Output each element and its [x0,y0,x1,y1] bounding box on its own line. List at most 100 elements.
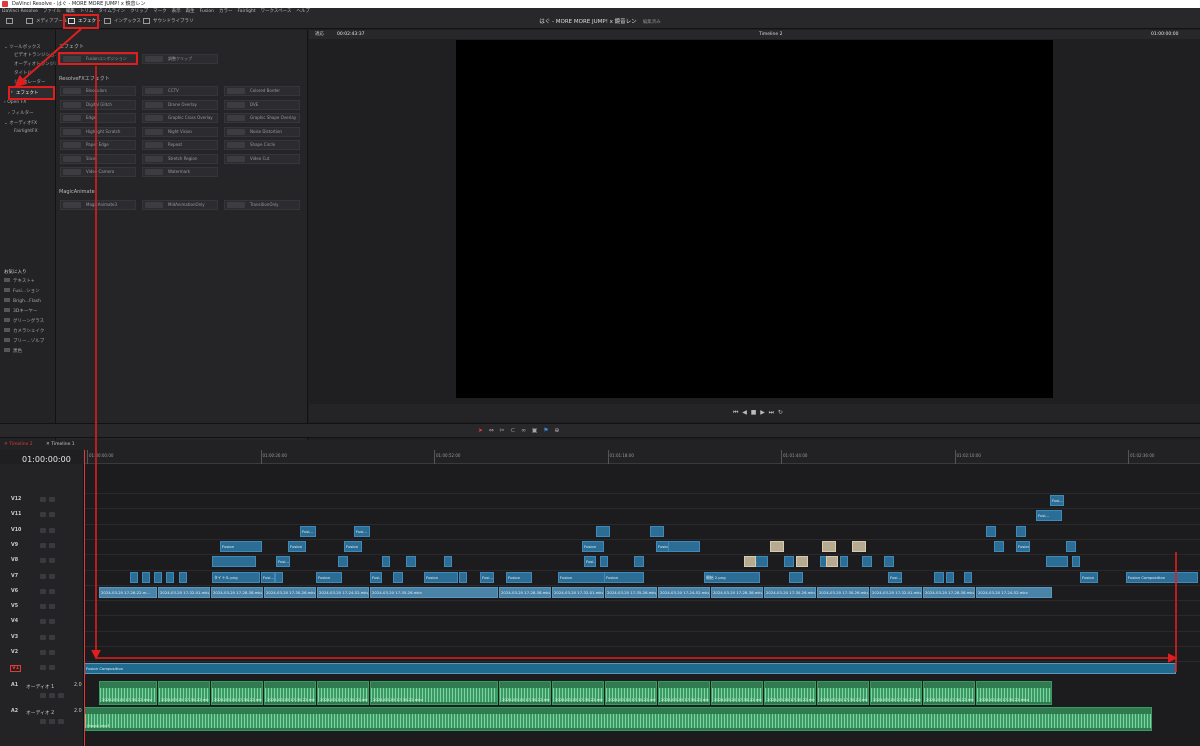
lock-icon[interactable] [40,604,46,610]
video-clip[interactable] [1016,525,1026,537]
video-clip[interactable]: Fusi... [888,571,902,583]
lock-icon[interactable] [40,719,46,724]
viewer-timeline-name[interactable]: Timeline 2 [759,30,782,39]
v1-fusion-clip[interactable]: Fusion Composition [84,663,1176,675]
menu-item[interactable]: Fairlight [238,9,256,14]
title-clip[interactable] [770,540,784,552]
menu-item[interactable]: ファイル [43,9,61,14]
magic-tile[interactable]: MidAnimationOnly [142,200,218,210]
tree-audiofx[interactable]: ⌄ オーディオFX [4,120,37,126]
video-clip[interactable] [840,556,848,568]
video-clip[interactable]: Fusion Composition [1126,571,1198,583]
film-icon[interactable] [49,512,55,518]
film-icon[interactable] [49,558,55,564]
resolvefx-tile[interactable]: Watermark [142,167,218,177]
video-clip[interactable]: Fusion [558,571,606,583]
v6-clip[interactable]: 2024-03-20 17-30-26.mkv [264,586,316,598]
resolvefx-tile[interactable]: Drone Overlay [142,99,218,110]
selection-tool-icon[interactable]: ➤ [478,427,483,434]
resolvefx-tile[interactable]: DVE [224,99,300,110]
film-icon[interactable] [49,604,55,610]
video-clip[interactable] [986,525,996,537]
magic-tile[interactable]: MagicAnimate3 [60,200,136,210]
timeline-ruler[interactable]: 01:00:00:00 01:00:26:00 01:00:52:00 01:01:1… [84,450,1200,464]
video-clip[interactable]: Fusi... [480,571,494,583]
audio-clip[interactable]: 2024-03-20 17-30-22.mkv [605,681,657,705]
tab-timeline-1[interactable]: ✕ Timeline 1 [46,440,75,450]
viewer-zoom[interactable]: 適応 [315,30,324,39]
video-clip[interactable] [650,525,664,537]
sound-library-button[interactable]: サウンドライブラリ [143,16,194,28]
video-clip[interactable] [179,571,187,583]
video-clip[interactable] [166,571,174,583]
video-clip[interactable] [946,571,954,583]
trim-tool-icon[interactable]: ⇔ [489,427,494,434]
menu-item[interactable]: クリップ [130,9,148,14]
favorite-item[interactable]: テキスト+ [4,278,35,284]
menu-item[interactable]: 再生 [186,9,195,14]
audio-clip[interactable]: 2024-03-20 17-30-22.mkv [370,681,498,705]
resolvefx-tile[interactable]: Repeat [142,140,218,150]
video-clip[interactable] [668,540,700,552]
panel-toggle-button[interactable] [6,16,16,28]
solo-icon[interactable] [49,693,55,698]
resolvefx-tile[interactable]: Graphic Cross Overlay [142,113,218,123]
resolvefx-tile[interactable]: Highlight Scratch [60,126,136,137]
lock-icon[interactable] [40,693,46,698]
video-clip[interactable] [789,571,803,583]
resolvefx-tile[interactable]: Slice [60,153,136,164]
audio-clip[interactable]: 2024-03-20 17-30-22.mkv [99,681,157,705]
video-clip[interactable] [130,571,138,583]
lock-icon[interactable] [40,634,46,640]
menu-item[interactable]: カラー [219,9,233,14]
video-clip[interactable]: Fusion [1016,540,1030,552]
title-clip[interactable] [852,540,866,552]
video-clip[interactable]: Fusion [1080,571,1098,583]
film-icon[interactable] [49,573,55,579]
lock-icon[interactable] [40,527,46,533]
tree-effects[interactable]: エフェクト › [8,86,55,100]
flag-icon[interactable]: ⚑ [543,427,548,434]
film-icon[interactable] [49,665,55,671]
video-clip[interactable] [784,556,794,568]
video-clip[interactable] [600,556,608,568]
lock-icon[interactable] [40,588,46,594]
video-clip[interactable]: Fusion [424,571,458,583]
tree-generators[interactable]: ジェネレーター [14,79,46,85]
menu-item[interactable]: ヘルプ [296,9,310,14]
favorite-item[interactable]: 黒色 [4,348,22,354]
v6-clip[interactable]: 2024-03-20 17-32-01.mkv [158,586,210,598]
v6-clip[interactable]: 2024-03-20 17-24-52.mkv [658,586,710,598]
v6-clip[interactable]: 2024-03-20 17-28-38.mkv [499,586,551,598]
film-icon[interactable] [49,650,55,655]
video-clip[interactable] [884,556,894,568]
lock-icon[interactable] [40,558,46,564]
film-icon[interactable] [49,588,55,594]
video-clip[interactable] [596,525,610,537]
film-icon[interactable] [49,542,55,548]
v6-clip[interactable]: 2024-03-20 17-24-52.mkv [317,586,369,598]
video-clip[interactable] [142,571,150,583]
playhead[interactable] [84,450,85,746]
video-clip[interactable] [154,571,162,583]
audio-clip[interactable]: 2024-03-20 17-30-22.mkv [923,681,975,705]
video-clip[interactable]: Fusion [316,571,342,583]
lock-icon[interactable] [40,512,46,518]
v6-clip[interactable]: 2024-03-20 17-32-01.mkv [870,586,922,598]
resolvefx-tile[interactable]: Shape Circle [224,140,300,150]
audio-clip[interactable]: 2024-03-20 17-30-22.mkv [764,681,816,705]
skip-end-icon[interactable]: ⏭ [769,409,774,416]
audio-clip[interactable]: 2024-03-20 17-30-22.mkv [317,681,369,705]
video-clip[interactable] [1072,556,1080,568]
v6-clip[interactable]: 2024-03-20 17-28-38.mkv [711,586,763,598]
resolvefx-tile[interactable]: Edge [60,113,136,123]
resolvefx-tile[interactable]: Graphic Shape Overlay [224,113,300,123]
title-clip[interactable] [822,540,836,552]
audio-clip[interactable]: 2024-03-20 17-30-22.mkv [976,681,1052,705]
video-clip[interactable] [275,571,283,583]
favorite-item[interactable]: Brigh...Flash [4,298,41,304]
video-clip[interactable] [406,556,416,568]
index-button[interactable]: インデックス [104,16,141,28]
video-clip[interactable]: Fusion [220,540,262,552]
viewer-screen[interactable] [456,40,1053,398]
